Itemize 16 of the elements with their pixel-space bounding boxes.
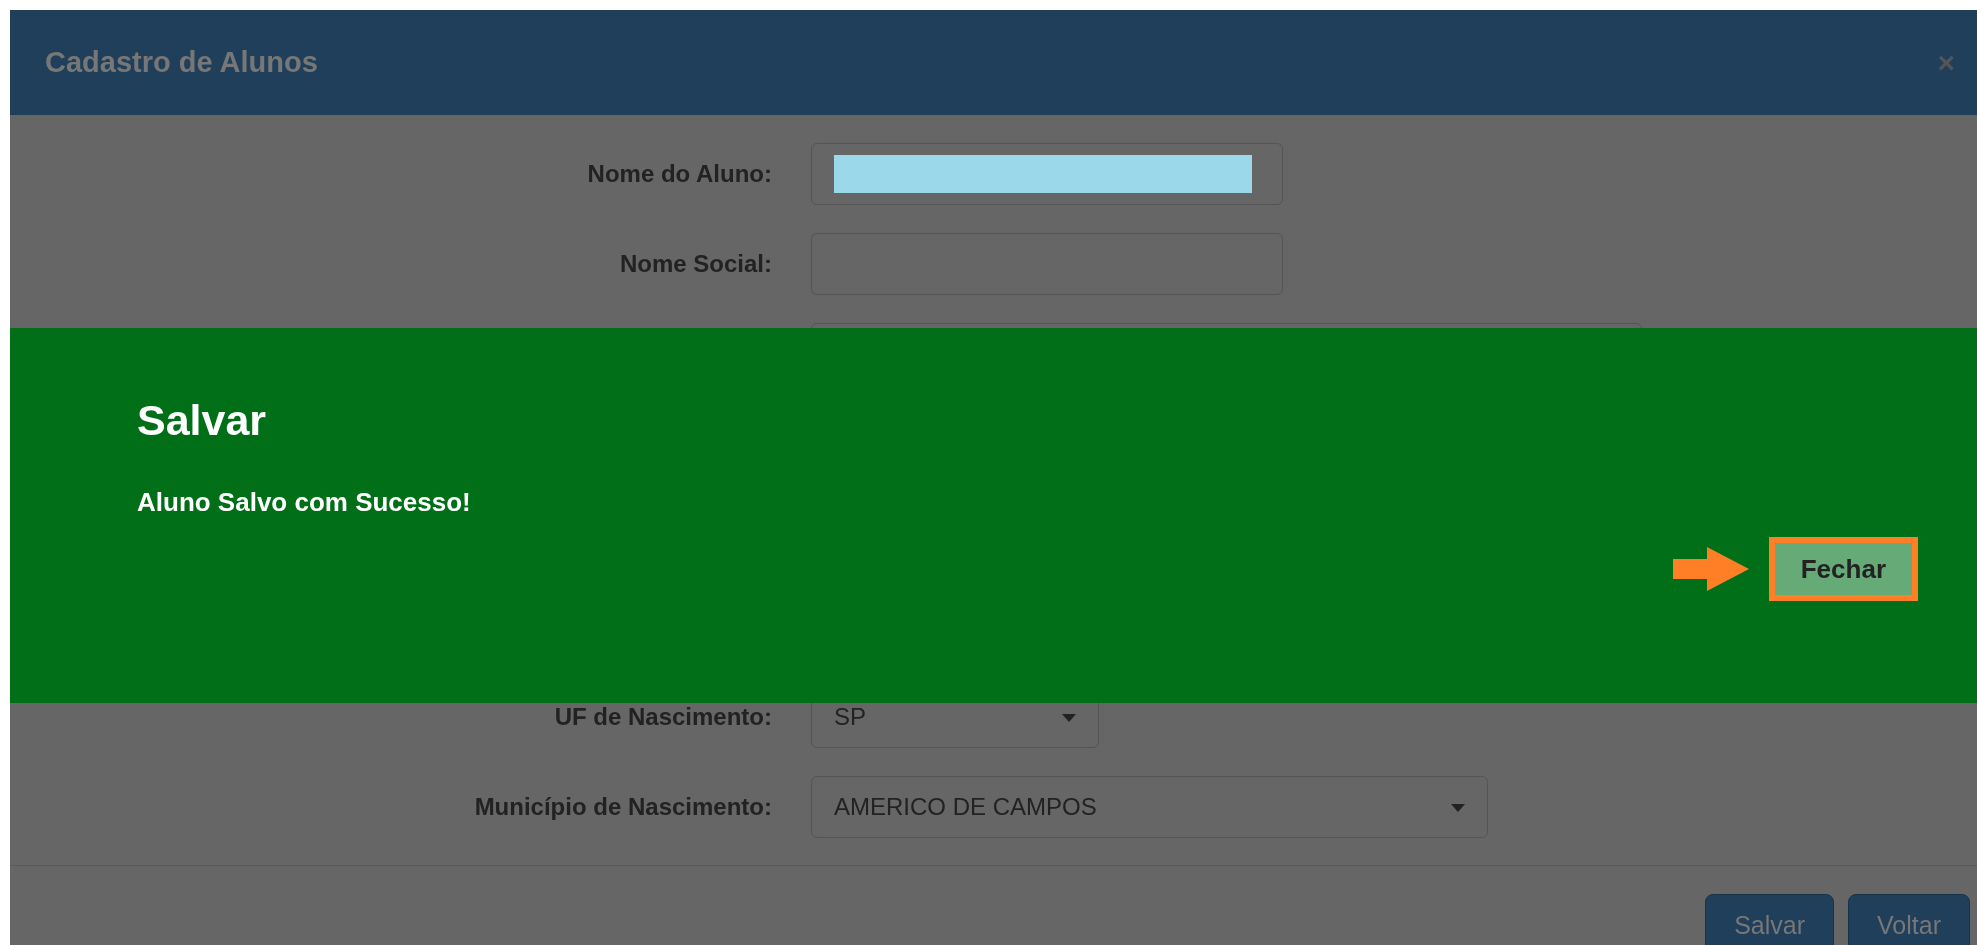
footer-button[interactable]: Voltar bbox=[1848, 894, 1970, 945]
caret-icon bbox=[1451, 804, 1465, 812]
field-label: Nome Social: bbox=[618, 250, 773, 278]
field-label: Município de Nascimento: bbox=[473, 793, 773, 821]
close-button[interactable]: Fechar bbox=[1768, 537, 1918, 601]
field-label: UF de Nascimento: bbox=[553, 703, 773, 731]
field-label: Nome do Aluno: bbox=[586, 160, 773, 188]
modal-title: Cadastro de Alunos bbox=[45, 46, 318, 79]
close-button[interactable]: × bbox=[1937, 45, 1955, 80]
footer-button[interactable]: Salvar bbox=[1705, 894, 1835, 945]
input-field[interactable] bbox=[811, 143, 1283, 205]
select-field[interactable]: AMERICO DE CAMPOS bbox=[811, 776, 1488, 838]
arrow-icon bbox=[1670, 546, 1751, 592]
banner-title: Salvar bbox=[137, 396, 268, 445]
banner-message: Aluno Salvo com Sucesso! bbox=[137, 487, 472, 518]
caret-icon bbox=[1062, 714, 1076, 722]
